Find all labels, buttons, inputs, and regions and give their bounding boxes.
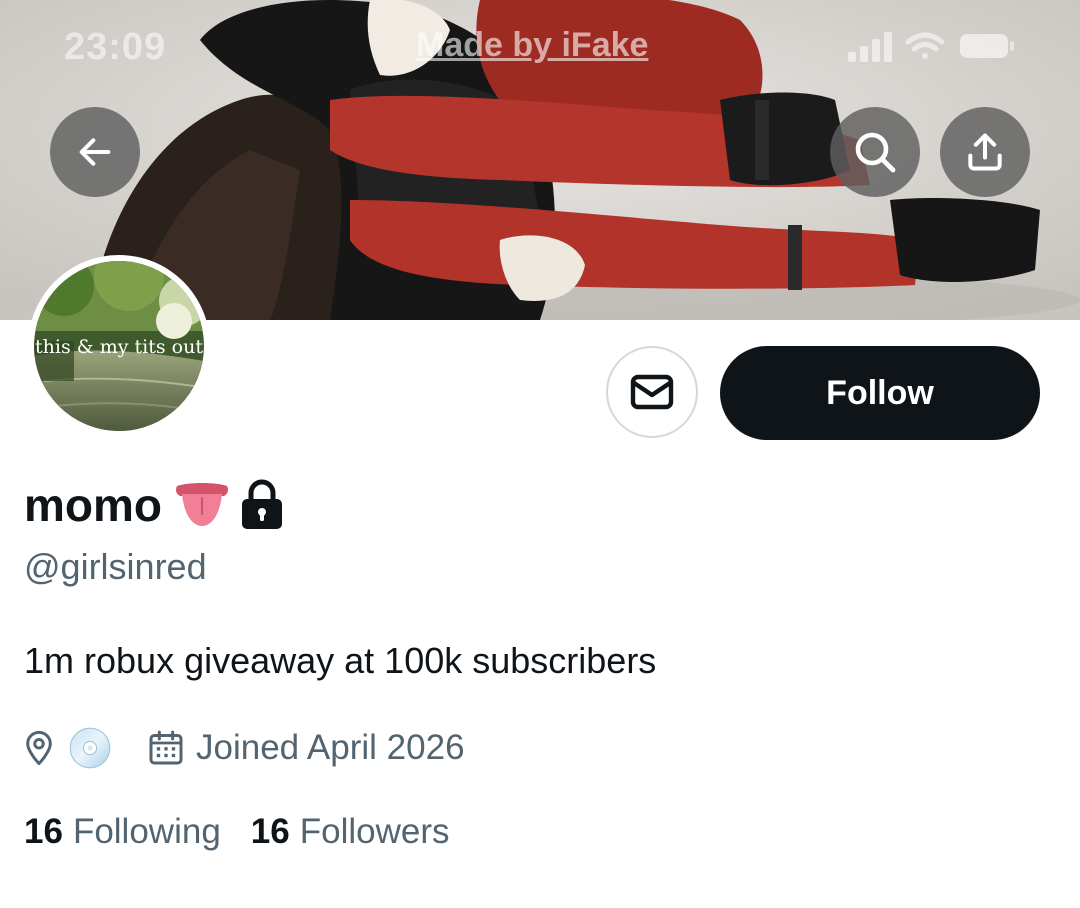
follow-button[interactable]: Follow — [720, 346, 1040, 440]
tongue-emoji-icon — [176, 483, 228, 526]
profile-page: 23:09 Made by iFake this & my tits out F… — [0, 0, 1080, 908]
avatar[interactable]: this & my tits out — [28, 255, 210, 437]
profile-handle: @girlsinred — [24, 546, 207, 587]
joined-date: Joined April 2026 — [196, 728, 465, 767]
search-button[interactable] — [830, 107, 920, 197]
location-pin-icon — [26, 731, 52, 766]
envelope-icon — [630, 374, 674, 410]
signal-icon — [848, 32, 892, 62]
followers-count: 16 — [250, 812, 290, 851]
calendar-icon — [149, 730, 183, 765]
status-icons — [848, 32, 1014, 62]
avatar-image: this & my tits out — [34, 261, 204, 431]
avatar-overlay-text: this & my tits out — [35, 336, 203, 358]
following-count: 16 — [24, 812, 63, 851]
cd-icon — [69, 727, 111, 769]
display-name: momo — [24, 479, 162, 531]
battery-icon — [960, 34, 1014, 58]
message-button[interactable] — [606, 346, 698, 438]
followers-label: Followers — [299, 812, 450, 851]
follow-stats: 16 Following 16 Followers — [24, 812, 450, 852]
profile-meta: Joined April 2026 — [22, 724, 465, 772]
wifi-icon — [905, 32, 945, 59]
followers-link[interactable]: 16 Followers — [251, 812, 450, 852]
back-button[interactable] — [50, 107, 140, 197]
profile-bio: 1m robux giveaway at 100k subscribers — [24, 640, 657, 681]
watermark-text: Made by iFake — [416, 26, 649, 64]
arrow-left-icon — [79, 138, 111, 166]
share-button[interactable] — [940, 107, 1030, 197]
lock-icon — [242, 479, 282, 529]
following-label: Following — [72, 812, 221, 851]
status-time: 23:09 — [64, 26, 167, 68]
name-row: momo — [24, 470, 284, 540]
following-link[interactable]: 16 Following — [24, 812, 221, 852]
share-icon — [968, 133, 1002, 171]
search-icon — [855, 132, 896, 173]
